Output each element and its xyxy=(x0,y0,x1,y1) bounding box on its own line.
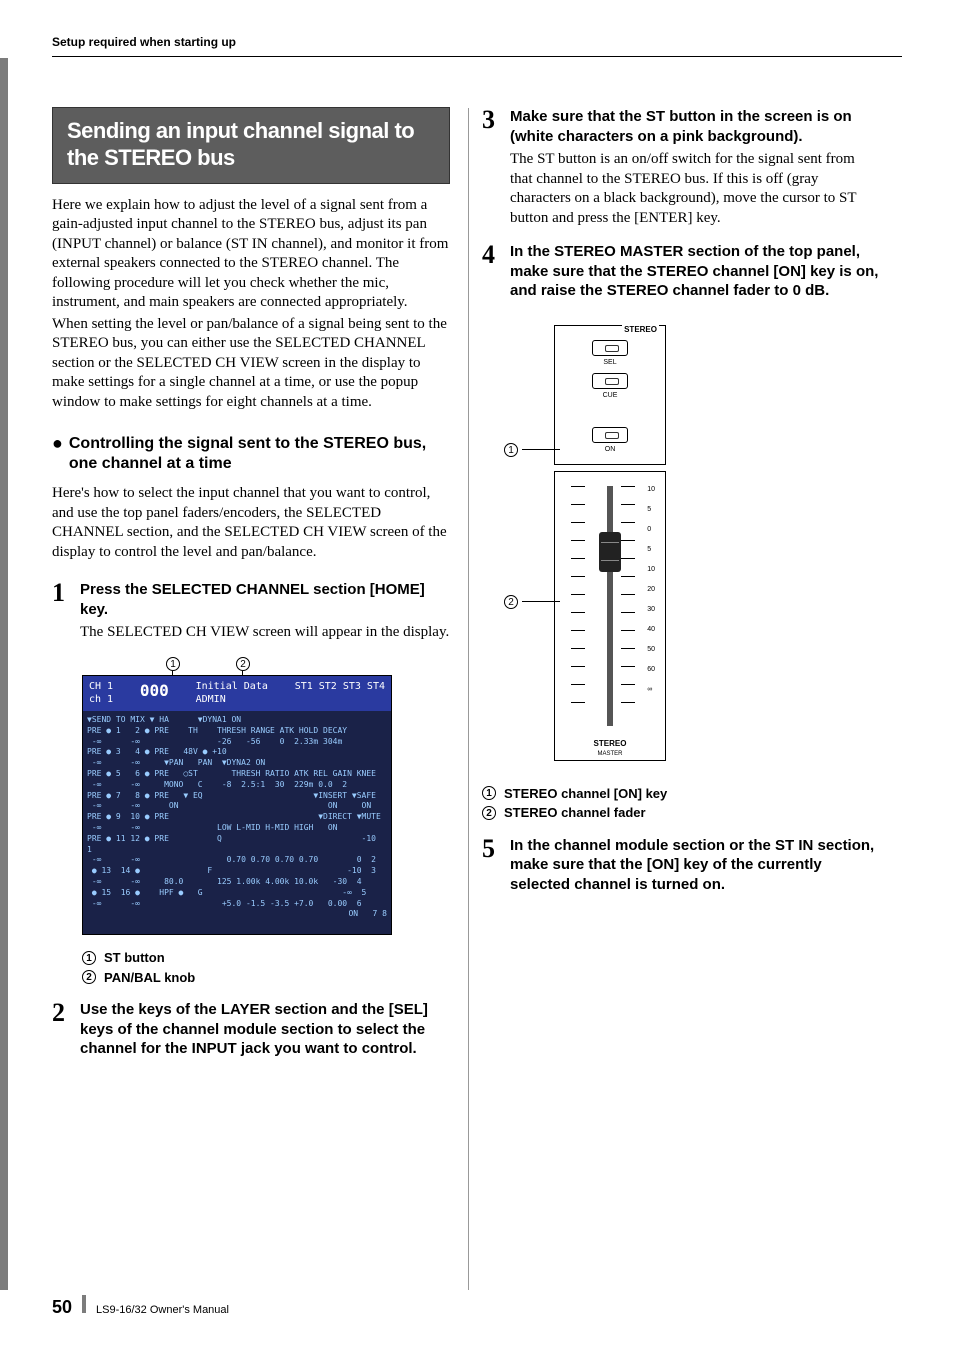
fig2-legend-1-label: STEREO channel [ON] key xyxy=(504,785,667,803)
step-5: 5 In the channel module section or the S… xyxy=(482,836,880,899)
footer-bar xyxy=(82,1295,86,1313)
step-1-title: Press the SELECTED CHANNEL section [HOME… xyxy=(80,580,450,619)
section-title-box: Sending an input channel signal to the S… xyxy=(52,107,450,184)
fader-panel: 10 5 0 5 10 20 30 40 50 60 ∞ xyxy=(554,471,666,761)
step-2-title: Use the keys of the LAYER section and th… xyxy=(80,1000,450,1059)
legend-1-label: ST button xyxy=(104,949,165,967)
cue-label: CUE xyxy=(559,391,661,400)
step-3-text: The ST button is an on/off switch for th… xyxy=(510,150,880,228)
stereo-master-panel: STEREO SEL CUE ON xyxy=(554,325,666,761)
fader-track xyxy=(607,486,613,726)
figure-1: 1 2 CH 1 ch 1 000 Initial Data A xyxy=(82,657,450,935)
intro-paragraph-1: Here we explain how to adjust the level … xyxy=(52,196,450,313)
on-button xyxy=(592,427,628,443)
step-4: 4 In the STEREO MASTER section of the to… xyxy=(482,242,880,305)
screenshot-st-indicators: ST1 ST2 ST3 ST4 xyxy=(295,680,385,707)
screenshot-scene-name: Initial Data xyxy=(196,681,268,692)
step-2-number: 2 xyxy=(52,1000,70,1063)
fig2-legend-2-num: 2 xyxy=(482,806,496,820)
panel-master-label: MASTER xyxy=(555,750,665,758)
figure-2-legend: 1 STEREO channel [ON] key 2 STEREO chann… xyxy=(482,785,880,822)
intro-block: Here we explain how to adjust the level … xyxy=(52,196,450,413)
page: Setup required when starting up Sending … xyxy=(0,0,954,1063)
sel-button xyxy=(592,340,628,356)
running-header: Setup required when starting up xyxy=(52,34,902,50)
legend-2-num: 2 xyxy=(82,970,96,984)
bullet-icon: ● xyxy=(52,434,63,474)
header-rule xyxy=(52,56,902,57)
figure-1-legend: 1 ST button 2 PAN/BAL knob xyxy=(82,949,450,986)
fader-scale: 10 5 0 5 10 20 30 40 50 60 ∞ xyxy=(647,486,655,706)
footer: 50 LS9-16/32 Owner's Manual xyxy=(52,1295,229,1319)
screenshot-body: ▼SEND TO MIX ▼ HA ▼DYNA1 ON PRE ● 1 2 ● … xyxy=(83,711,391,924)
figure-2-callout-1: 1 xyxy=(504,443,518,457)
panel-stereo-bottom: STEREO xyxy=(555,739,665,750)
step-1-text: The SELECTED CH VIEW screen will appear … xyxy=(80,623,450,643)
page-number: 50 xyxy=(52,1295,72,1319)
fig2-legend-2-label: STEREO channel fader xyxy=(504,804,646,822)
figure-1-callout-2: 2 xyxy=(236,657,250,671)
screenshot-selected-ch-view: CH 1 ch 1 000 Initial Data ADMIN ST1 ST2… xyxy=(82,675,392,935)
step-2: 2 Use the keys of the LAYER section and … xyxy=(52,1000,450,1063)
subheading: ● Controlling the signal sent to the STE… xyxy=(52,434,450,474)
figure-2: 1 2 STEREO SEL CUE xyxy=(554,325,880,761)
manual-title: LS9-16/32 Owner's Manual xyxy=(96,1303,229,1318)
step-3-title: Make sure that the ST button in the scre… xyxy=(510,107,880,146)
left-margin-bar xyxy=(0,58,8,1290)
right-column: 3 Make sure that the ST button in the sc… xyxy=(482,107,880,1062)
step-4-number: 4 xyxy=(482,242,500,305)
screenshot-scene-number: 000 xyxy=(140,680,169,707)
fader-knob xyxy=(599,532,621,572)
screenshot-ch-name: ch 1 xyxy=(89,694,113,705)
step-3-number: 3 xyxy=(482,107,500,228)
sel-label: SEL xyxy=(559,358,661,367)
on-label: ON xyxy=(559,445,661,454)
step-1: 1 Press the SELECTED CHANNEL section [HO… xyxy=(52,580,450,643)
cue-button xyxy=(592,373,628,389)
step-4-title: In the STEREO MASTER section of the top … xyxy=(510,242,880,301)
subheading-text: Controlling the signal sent to the STERE… xyxy=(69,434,450,474)
figure-2-callout-2: 2 xyxy=(504,595,518,609)
step-1-number: 1 xyxy=(52,580,70,643)
legend-1-num: 1 xyxy=(82,951,96,965)
columns: Sending an input channel signal to the S… xyxy=(52,107,902,1062)
figure-1-callout-1: 1 xyxy=(166,657,180,671)
screenshot-ch-label: CH 1 xyxy=(89,681,113,692)
step-5-number: 5 xyxy=(482,836,500,899)
left-column: Sending an input channel signal to the S… xyxy=(52,107,450,1062)
screenshot-admin: ADMIN xyxy=(196,694,226,705)
column-divider xyxy=(468,108,469,1290)
step-3: 3 Make sure that the ST button in the sc… xyxy=(482,107,880,228)
panel-stereo-label: STEREO xyxy=(622,325,659,336)
subheading-paragraph: Here's how to select the input channel t… xyxy=(52,484,450,562)
step-5-title: In the channel module section or the ST … xyxy=(510,836,880,895)
fig2-legend-1-num: 1 xyxy=(482,786,496,800)
legend-2-label: PAN/BAL knob xyxy=(104,969,195,987)
intro-paragraph-2: When setting the level or pan/balance of… xyxy=(52,315,450,413)
section-title: Sending an input channel signal to the S… xyxy=(67,118,435,171)
